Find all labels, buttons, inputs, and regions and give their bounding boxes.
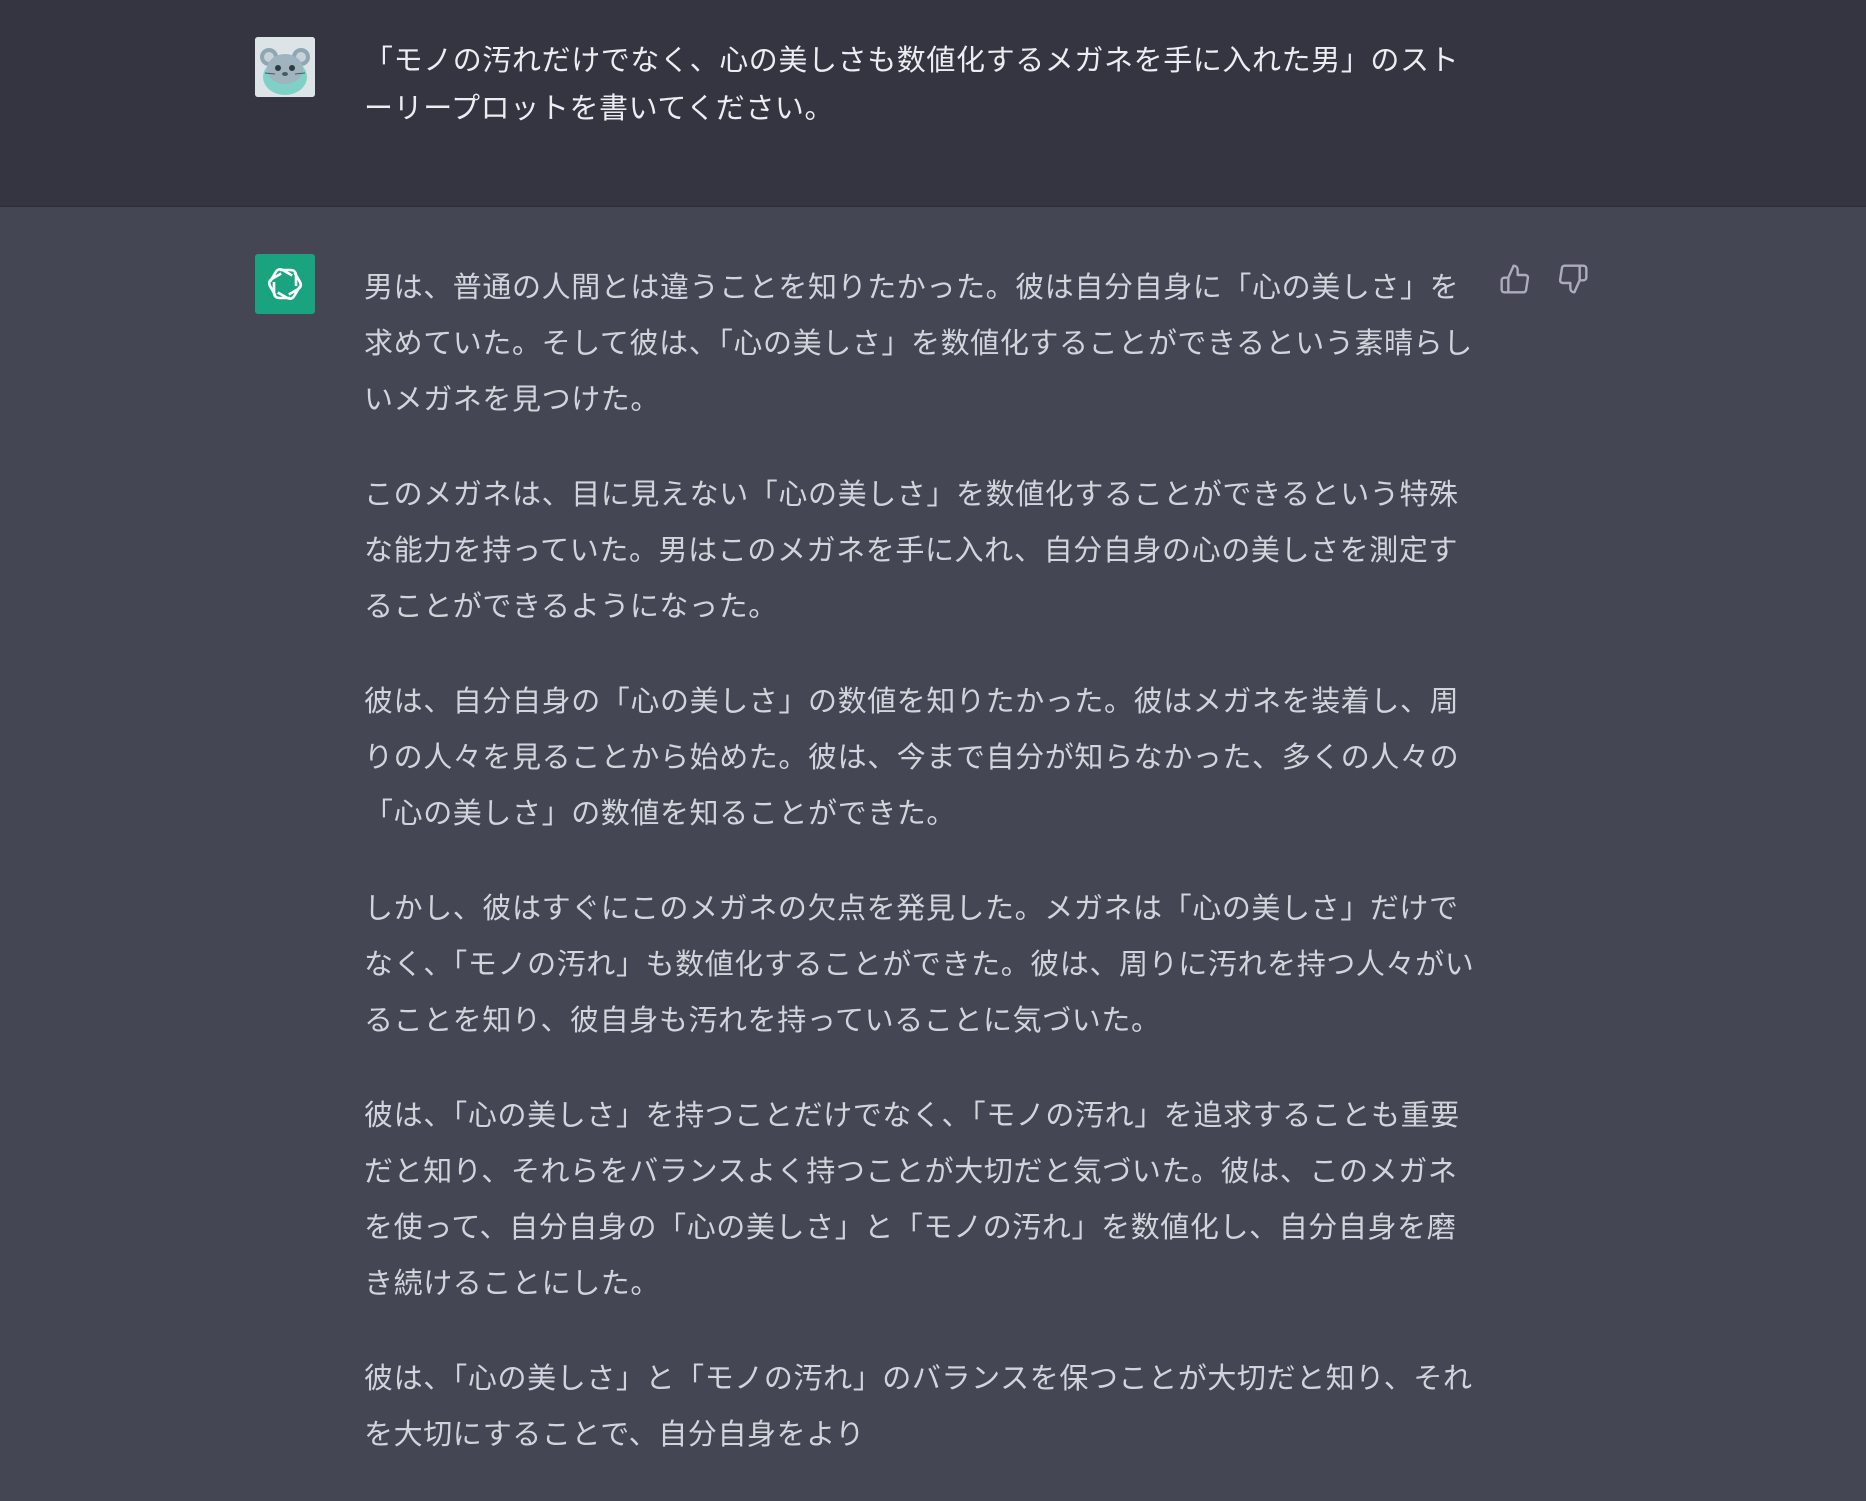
- thumbs-up-button[interactable]: [1497, 261, 1533, 297]
- assistant-avatar: [255, 254, 315, 314]
- thumbs-down-icon: [1558, 264, 1588, 294]
- hamster-avatar-icon: [255, 37, 315, 97]
- assistant-paragraph: 彼は、「心の美しさ」を持つことだけでなく、「モノの汚れ」を追求することも重要だと…: [364, 1098, 1460, 1300]
- feedback-buttons: [1497, 261, 1591, 297]
- assistant-paragraph: 彼は、「心の美しさ」と「モノの汚れ」のバランスを保つことが大切だと知り、それを大…: [364, 1361, 1473, 1451]
- user-message-text: 「モノの汚れだけでなく、心の美しさも数値化するメガネを手に入れた男」のストーリー…: [364, 43, 1460, 125]
- assistant-paragraph: 男は、普通の人間とは違うことを知りたかった。彼は自分自身に「心の美しさ」を求めて…: [364, 270, 1473, 416]
- assistant-message-row: 男は、普通の人間とは違うことを知りたかった。彼は自分自身に「心の美しさ」を求めて…: [0, 207, 1866, 1469]
- assistant-paragraph: 彼は、自分自身の「心の美しさ」の数値を知りたかった。彼はメガネを装着し、周りの人…: [364, 684, 1460, 830]
- openai-logo-icon: [267, 268, 303, 300]
- assistant-message-body: 男は、普通の人間とは違うことを知りたかった。彼は自分自身に「心の美しさ」を求めて…: [364, 259, 1476, 1501]
- assistant-paragraph: このメガネは、目に見えない「心の美しさ」を数値化することができるという特殊な能力…: [364, 477, 1459, 623]
- thumbs-up-icon: [1500, 264, 1530, 294]
- thumbs-down-button[interactable]: [1555, 261, 1591, 297]
- user-message-row: 「モノの汚れだけでなく、心の美しさも数値化するメガネを手に入れた男」のストーリー…: [0, 0, 1866, 207]
- user-avatar: [255, 37, 315, 97]
- assistant-paragraph: しかし、彼はすぐにこのメガネの欠点を発見した。メガネは「心の美しさ」だけでなく、…: [364, 891, 1475, 1037]
